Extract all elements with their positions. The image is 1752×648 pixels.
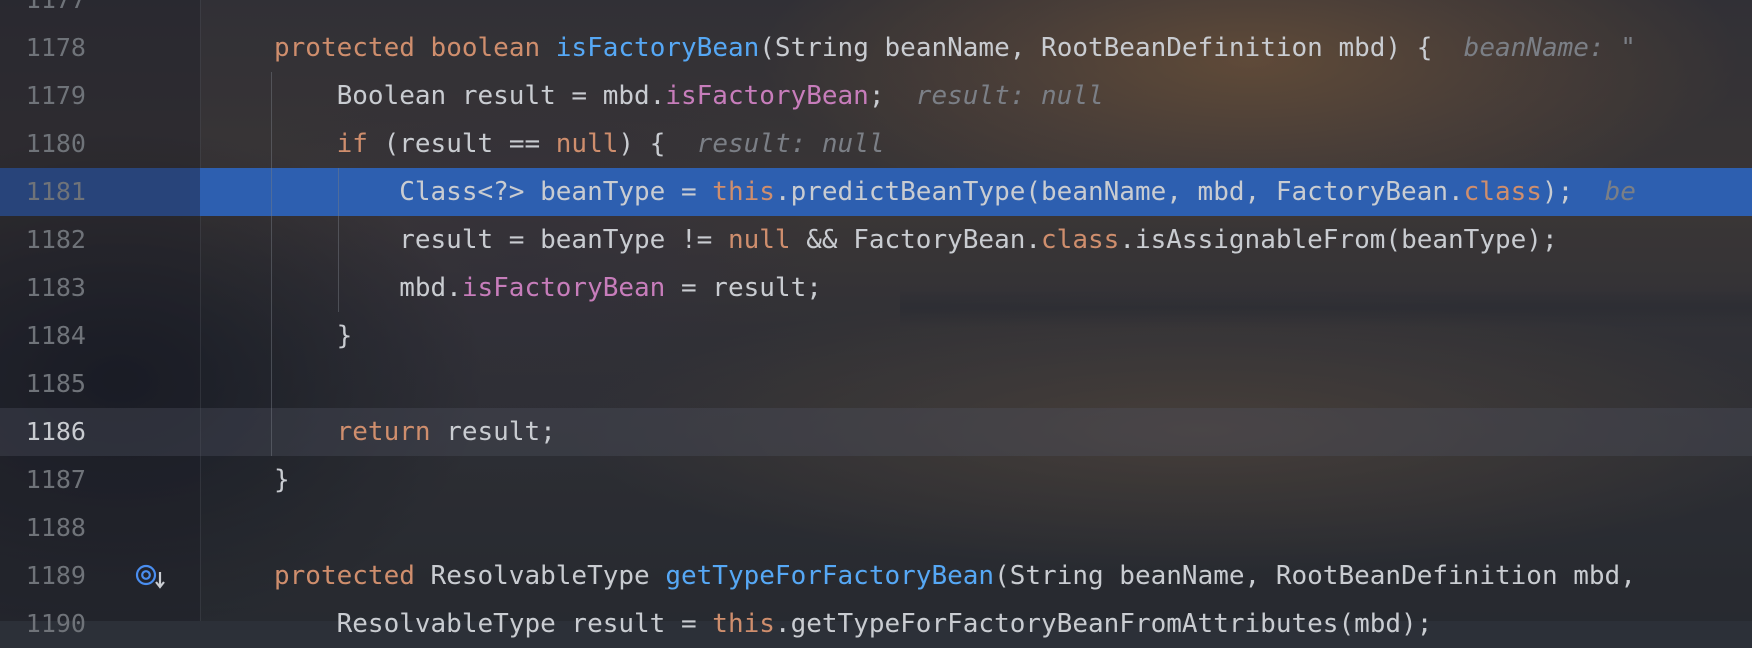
code-text[interactable]: Boolean result = mbd.isFactoryBean; resu…	[274, 72, 1104, 120]
code-token: (String beanName, RootBeanDefinition mbd…	[994, 561, 1636, 591]
code-line[interactable]: 1177	[0, 0, 1752, 24]
implements-method-icon[interactable]	[134, 563, 168, 591]
line-number[interactable]: 1190	[0, 600, 86, 648]
caret-line[interactable]: 1186 return result;	[0, 408, 1752, 456]
code-text[interactable]: }	[274, 312, 353, 360]
code-text[interactable]: ResolvableType result = this.getTypeForF…	[274, 600, 1433, 648]
code-token: this	[712, 609, 775, 639]
code-text[interactable]: protected ResolvableType getTypeForFacto…	[274, 552, 1636, 600]
line-number[interactable]: 1185	[0, 360, 86, 408]
inline-debug-value: beanName: "	[1432, 33, 1636, 63]
code-token: && FactoryBean.	[790, 225, 1042, 255]
inline-debug-value: result: null	[665, 129, 885, 159]
code-token: .isAssignableFrom(beanType);	[1119, 225, 1558, 255]
line-number[interactable]: 1186	[0, 408, 86, 456]
code-token: (String beanName, RootBeanDefinition mbd…	[759, 33, 1433, 63]
code-token: result;	[430, 417, 556, 447]
line-number[interactable]: 1189	[0, 552, 86, 600]
code-text[interactable]: protected boolean isFactoryBean(String b…	[274, 24, 1636, 72]
code-text[interactable]: mbd.isFactoryBean = result;	[274, 264, 822, 312]
code-line[interactable]: 1184 }	[0, 312, 1752, 360]
code-token: = result;	[665, 273, 822, 303]
code-token: protected	[274, 33, 415, 63]
code-text[interactable]: return result;	[274, 408, 556, 456]
code-token: Class<?> beanType =	[274, 177, 713, 207]
code-token: .predictBeanType(beanName, mbd, FactoryB…	[774, 177, 1464, 207]
code-line[interactable]: 1180 if (result == null) { result: null	[0, 120, 1752, 168]
code-line[interactable]: 1187}	[0, 456, 1752, 504]
line-number[interactable]: 1183	[0, 264, 86, 312]
code-token: class	[1463, 177, 1542, 207]
code-text[interactable]: if (result == null) { result: null	[274, 120, 885, 168]
line-number[interactable]: 1187	[0, 456, 86, 504]
line-number[interactable]: 1188	[0, 504, 86, 552]
line-number[interactable]: 1179	[0, 72, 86, 120]
code-line[interactable]: 1190 ResolvableType result = this.getTyp…	[0, 600, 1752, 648]
code-token: ;	[868, 81, 885, 111]
code-line[interactable]: 1188	[0, 504, 1752, 552]
line-number[interactable]: 1177	[0, 0, 86, 24]
code-line[interactable]: 1189 protected ResolvableType getTypeForF…	[0, 552, 1752, 600]
inline-debug-value: be	[1573, 177, 1636, 207]
code-line[interactable]: 1183 mbd.isFactoryBean = result;	[0, 264, 1752, 312]
code-token: ResolvableType	[414, 561, 666, 591]
code-token: this	[712, 177, 775, 207]
code-text[interactable]: result = beanType != null && FactoryBean…	[274, 216, 1558, 264]
code-token: if	[336, 129, 368, 159]
indent-guide	[338, 168, 339, 312]
line-number[interactable]: 1184	[0, 312, 86, 360]
code-token: return	[336, 417, 431, 447]
code-line[interactable]: 1179 Boolean result = mbd.isFactoryBean;…	[0, 72, 1752, 120]
code-token: getTypeForFactoryBean	[665, 561, 995, 591]
indent-guide	[271, 72, 272, 456]
code-editor[interactable]: 11771178protected boolean isFactoryBean(…	[0, 0, 1752, 639]
line-number[interactable]: 1182	[0, 216, 86, 264]
code-token: null	[555, 129, 619, 159]
code-token: protected	[274, 561, 415, 591]
code-token: boolean	[430, 33, 541, 63]
code-token: result = beanType !=	[274, 225, 728, 255]
code-line[interactable]: 1178 protected boolean isFactoryBean(Stri…	[0, 24, 1752, 72]
line-number[interactable]: 1178	[0, 24, 86, 72]
code-token: mbd.	[274, 273, 462, 303]
code-token: }	[274, 321, 353, 351]
code-token: .getTypeForFactoryBeanFromAttributes(mbd…	[774, 609, 1433, 639]
execution-point-line[interactable]: 1181 Class<?> beanType = this.predictBea…	[0, 168, 1752, 216]
code-token: ResolvableType result =	[274, 609, 713, 639]
code-token: null	[727, 225, 791, 255]
code-token: isFactoryBean	[555, 33, 760, 63]
code-text[interactable]: }	[274, 456, 290, 504]
code-token: }	[274, 465, 290, 495]
code-token: ) {	[618, 129, 666, 159]
line-number[interactable]: 1181	[0, 168, 86, 216]
code-line[interactable]: 1182 result = beanType != null && Factor…	[0, 216, 1752, 264]
code-token: );	[1541, 177, 1574, 207]
inline-debug-value: result: null	[884, 81, 1104, 111]
code-token: Boolean result = mbd.	[274, 81, 666, 111]
code-token: isFactoryBean	[461, 273, 666, 303]
code-token: isFactoryBean	[665, 81, 869, 111]
code-text[interactable]: Class<?> beanType = this.predictBeanType…	[274, 168, 1636, 216]
line-number[interactable]: 1180	[0, 120, 86, 168]
code-token: (result ==	[367, 129, 556, 159]
code-token: class	[1041, 225, 1120, 255]
code-line[interactable]: 1185	[0, 360, 1752, 408]
